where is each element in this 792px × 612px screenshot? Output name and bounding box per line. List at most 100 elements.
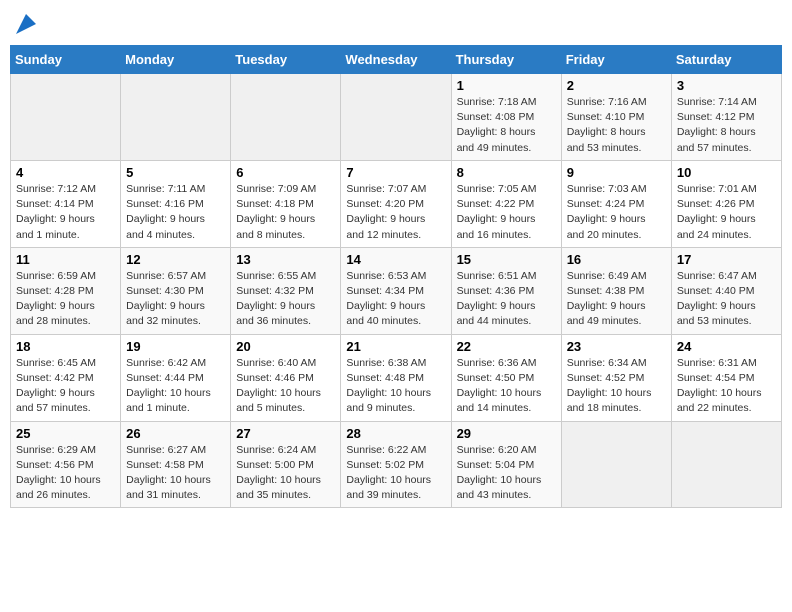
weekday-header: Monday xyxy=(121,46,231,74)
calendar-cell: 23 Sunrise: 6:34 AM Sunset: 4:52 PM Dayli… xyxy=(561,334,671,421)
calendar-cell: 20Sunrise: 6:40 AM Sunset: 4:46 PM Dayli… xyxy=(231,334,341,421)
calendar-cell: 2Sunrise: 7:16 AM Sunset: 4:10 PM Daylig… xyxy=(561,74,671,161)
calendar-cell: 28 Sunrise: 6:22 AM Sunset: 5:02 PM Dayli… xyxy=(341,421,451,508)
calendar-cell: 16Sunrise: 6:49 AM Sunset: 4:38 PM Dayli… xyxy=(561,247,671,334)
calendar-cell: 14 Sunrise: 6:53 AM Sunset: 4:34 PM Dayli… xyxy=(341,247,451,334)
calendar-cell: 7 Sunrise: 7:07 AM Sunset: 4:20 PM Daylig… xyxy=(341,160,451,247)
day-info: Sunrise: 7:18 AM Sunset: 4:08 PM Dayligh… xyxy=(457,95,556,156)
day-info: Sunrise: 6:59 AM Sunset: 4:28 PM Dayligh… xyxy=(16,269,115,330)
calendar-cell: 29 Sunrise: 6:20 AM Sunset: 5:04 PM Dayli… xyxy=(451,421,561,508)
day-info: Sunrise: 7:14 AM Sunset: 4:12 PM Dayligh… xyxy=(677,95,776,156)
day-number: 26 xyxy=(126,426,225,441)
weekday-header: Saturday xyxy=(671,46,781,74)
weekday-header: Thursday xyxy=(451,46,561,74)
day-number: 1 xyxy=(457,78,556,93)
day-info: Sunrise: 6:24 AM Sunset: 5:00 PM Dayligh… xyxy=(236,443,335,504)
day-number: 5 xyxy=(126,165,225,180)
calendar-cell: 22Sunrise: 6:36 AM Sunset: 4:50 PM Dayli… xyxy=(451,334,561,421)
calendar-week-row: 4 Sunrise: 7:12 AM Sunset: 4:14 PM Daylig… xyxy=(11,160,782,247)
calendar-week-row: 25 Sunrise: 6:29 AM Sunset: 4:56 PM Dayli… xyxy=(11,421,782,508)
day-number: 21 xyxy=(346,339,445,354)
day-info: Sunrise: 6:22 AM Sunset: 5:02 PM Dayligh… xyxy=(346,443,445,504)
calendar-table: SundayMondayTuesdayWednesdayThursdayFrid… xyxy=(10,45,782,508)
logo xyxy=(14,14,36,37)
day-info: Sunrise: 6:42 AM Sunset: 4:44 PM Dayligh… xyxy=(126,356,225,417)
calendar-cell: 5 Sunrise: 7:11 AM Sunset: 4:16 PM Daylig… xyxy=(121,160,231,247)
calendar-cell xyxy=(121,74,231,161)
calendar-cell: 26 Sunrise: 6:27 AM Sunset: 4:58 PM Dayli… xyxy=(121,421,231,508)
day-info: Sunrise: 6:34 AM Sunset: 4:52 PM Dayligh… xyxy=(567,356,666,417)
day-info: Sunrise: 7:07 AM Sunset: 4:20 PM Dayligh… xyxy=(346,182,445,243)
day-number: 14 xyxy=(346,252,445,267)
calendar-cell: 27 Sunrise: 6:24 AM Sunset: 5:00 PM Dayli… xyxy=(231,421,341,508)
day-info: Sunrise: 6:53 AM Sunset: 4:34 PM Dayligh… xyxy=(346,269,445,330)
day-number: 4 xyxy=(16,165,115,180)
logo-icon xyxy=(16,14,36,34)
day-number: 13 xyxy=(236,252,335,267)
calendar-cell: 3Sunrise: 7:14 AM Sunset: 4:12 PM Daylig… xyxy=(671,74,781,161)
day-info: Sunrise: 7:09 AM Sunset: 4:18 PM Dayligh… xyxy=(236,182,335,243)
calendar-cell: 17 Sunrise: 6:47 AM Sunset: 4:40 PM Dayli… xyxy=(671,247,781,334)
calendar-cell: 6Sunrise: 7:09 AM Sunset: 4:18 PM Daylig… xyxy=(231,160,341,247)
calendar-cell xyxy=(561,421,671,508)
calendar-cell: 18 Sunrise: 6:45 AM Sunset: 4:42 PM Dayli… xyxy=(11,334,121,421)
day-number: 20 xyxy=(236,339,335,354)
day-number: 28 xyxy=(346,426,445,441)
day-number: 12 xyxy=(126,252,225,267)
day-info: Sunrise: 7:11 AM Sunset: 4:16 PM Dayligh… xyxy=(126,182,225,243)
day-info: Sunrise: 6:45 AM Sunset: 4:42 PM Dayligh… xyxy=(16,356,115,417)
calendar-cell: 24Sunrise: 6:31 AM Sunset: 4:54 PM Dayli… xyxy=(671,334,781,421)
calendar-cell: 19 Sunrise: 6:42 AM Sunset: 4:44 PM Dayli… xyxy=(121,334,231,421)
calendar-week-row: 18 Sunrise: 6:45 AM Sunset: 4:42 PM Dayli… xyxy=(11,334,782,421)
day-info: Sunrise: 7:16 AM Sunset: 4:10 PM Dayligh… xyxy=(567,95,666,156)
day-info: Sunrise: 6:38 AM Sunset: 4:48 PM Dayligh… xyxy=(346,356,445,417)
day-number: 29 xyxy=(457,426,556,441)
calendar-week-row: 11 Sunrise: 6:59 AM Sunset: 4:28 PM Dayli… xyxy=(11,247,782,334)
day-number: 15 xyxy=(457,252,556,267)
day-number: 8 xyxy=(457,165,556,180)
day-info: Sunrise: 6:47 AM Sunset: 4:40 PM Dayligh… xyxy=(677,269,776,330)
day-number: 11 xyxy=(16,252,115,267)
calendar-cell: 8 Sunrise: 7:05 AM Sunset: 4:22 PM Daylig… xyxy=(451,160,561,247)
calendar-cell xyxy=(671,421,781,508)
day-info: Sunrise: 6:29 AM Sunset: 4:56 PM Dayligh… xyxy=(16,443,115,504)
calendar-cell: 9 Sunrise: 7:03 AM Sunset: 4:24 PM Daylig… xyxy=(561,160,671,247)
day-number: 27 xyxy=(236,426,335,441)
calendar-cell xyxy=(341,74,451,161)
day-number: 7 xyxy=(346,165,445,180)
calendar-cell: 21 Sunrise: 6:38 AM Sunset: 4:48 PM Dayli… xyxy=(341,334,451,421)
day-number: 23 xyxy=(567,339,666,354)
day-number: 19 xyxy=(126,339,225,354)
day-number: 9 xyxy=(567,165,666,180)
day-info: Sunrise: 6:20 AM Sunset: 5:04 PM Dayligh… xyxy=(457,443,556,504)
day-info: Sunrise: 6:27 AM Sunset: 4:58 PM Dayligh… xyxy=(126,443,225,504)
calendar-cell: 15 Sunrise: 6:51 AM Sunset: 4:36 PM Dayli… xyxy=(451,247,561,334)
day-number: 25 xyxy=(16,426,115,441)
day-info: Sunrise: 7:01 AM Sunset: 4:26 PM Dayligh… xyxy=(677,182,776,243)
weekday-header-row: SundayMondayTuesdayWednesdayThursdayFrid… xyxy=(11,46,782,74)
day-info: Sunrise: 6:57 AM Sunset: 4:30 PM Dayligh… xyxy=(126,269,225,330)
calendar-cell xyxy=(11,74,121,161)
calendar-cell xyxy=(231,74,341,161)
weekday-header: Sunday xyxy=(11,46,121,74)
day-number: 16 xyxy=(567,252,666,267)
calendar-cell: 4 Sunrise: 7:12 AM Sunset: 4:14 PM Daylig… xyxy=(11,160,121,247)
day-number: 22 xyxy=(457,339,556,354)
day-info: Sunrise: 7:03 AM Sunset: 4:24 PM Dayligh… xyxy=(567,182,666,243)
day-info: Sunrise: 7:12 AM Sunset: 4:14 PM Dayligh… xyxy=(16,182,115,243)
day-info: Sunrise: 6:51 AM Sunset: 4:36 PM Dayligh… xyxy=(457,269,556,330)
calendar-week-row: 1 Sunrise: 7:18 AM Sunset: 4:08 PM Daylig… xyxy=(11,74,782,161)
calendar-cell: 10 Sunrise: 7:01 AM Sunset: 4:26 PM Dayli… xyxy=(671,160,781,247)
day-number: 24 xyxy=(677,339,776,354)
calendar-cell: 12 Sunrise: 6:57 AM Sunset: 4:30 PM Dayli… xyxy=(121,247,231,334)
weekday-header: Tuesday xyxy=(231,46,341,74)
calendar-cell: 25 Sunrise: 6:29 AM Sunset: 4:56 PM Dayli… xyxy=(11,421,121,508)
page-header xyxy=(10,10,782,37)
day-number: 18 xyxy=(16,339,115,354)
day-info: Sunrise: 6:55 AM Sunset: 4:32 PM Dayligh… xyxy=(236,269,335,330)
weekday-header: Friday xyxy=(561,46,671,74)
day-info: Sunrise: 7:05 AM Sunset: 4:22 PM Dayligh… xyxy=(457,182,556,243)
weekday-header: Wednesday xyxy=(341,46,451,74)
day-number: 10 xyxy=(677,165,776,180)
day-number: 17 xyxy=(677,252,776,267)
